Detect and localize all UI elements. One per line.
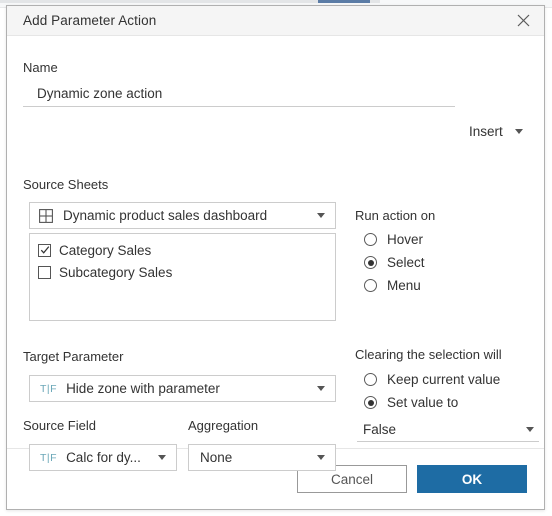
name-input[interactable] xyxy=(23,86,455,107)
radio-label: Set value to xyxy=(387,395,459,410)
list-item-label: Subcategory Sales xyxy=(59,264,173,280)
source-sheets-listbox[interactable]: Category Sales Subcategory Sales xyxy=(29,233,336,321)
clearing-selection-label: Clearing the selection will xyxy=(355,347,502,362)
ok-button[interactable]: OK xyxy=(417,465,527,493)
radio-label: Keep current value xyxy=(387,372,501,387)
list-item[interactable]: Subcategory Sales xyxy=(30,261,335,283)
boolean-type-icon: T|F xyxy=(40,451,58,464)
source-field-label: Source Field xyxy=(23,418,96,433)
source-field-value: Calc for dy... xyxy=(66,450,141,465)
radio-icon[interactable] xyxy=(364,279,377,292)
chevron-down-icon xyxy=(514,129,523,134)
chevron-down-icon xyxy=(317,455,325,460)
list-item[interactable]: Category Sales xyxy=(30,239,335,261)
radio-icon[interactable] xyxy=(364,373,377,386)
radio-selected-icon[interactable] xyxy=(364,396,377,409)
aggregation-label: Aggregation xyxy=(188,418,259,433)
close-icon[interactable] xyxy=(511,9,535,33)
background-active-tab-indicator xyxy=(318,0,370,3)
add-parameter-action-dialog: Add Parameter Action Name Insert Source … xyxy=(6,5,545,510)
dashboard-grid-icon xyxy=(39,208,53,223)
checkbox-unchecked-icon[interactable] xyxy=(38,265,51,279)
target-parameter-value: Hide zone with parameter xyxy=(66,381,220,396)
insert-dropdown-label: Insert xyxy=(469,124,503,139)
list-item-label: Category Sales xyxy=(59,242,152,258)
aggregation-value: None xyxy=(200,450,233,465)
run-action-on-radio-group: Hover Select Menu xyxy=(364,228,425,297)
dialog-title: Add Parameter Action xyxy=(23,13,157,28)
radio-label: Hover xyxy=(387,232,424,247)
boolean-type-icon: T|F xyxy=(40,382,58,395)
radio-label: Menu xyxy=(387,278,421,293)
radio-option-set-value-to[interactable]: Set value to xyxy=(364,391,500,414)
target-parameter-label: Target Parameter xyxy=(23,349,124,364)
radio-option-menu[interactable]: Menu xyxy=(364,274,425,297)
name-input-wrapper xyxy=(23,86,455,107)
insert-dropdown[interactable]: Insert xyxy=(469,124,523,139)
radio-option-keep-current-value[interactable]: Keep current value xyxy=(364,368,500,391)
radio-selected-icon[interactable] xyxy=(364,256,377,269)
source-sheet-dropdown[interactable]: Dynamic product sales dashboard xyxy=(29,202,336,229)
clearing-value-dropdown[interactable]: False xyxy=(357,417,539,442)
name-label: Name xyxy=(23,60,58,75)
radio-icon[interactable] xyxy=(364,233,377,246)
target-parameter-dropdown[interactable]: T|F Hide zone with parameter xyxy=(29,375,336,402)
chevron-down-icon xyxy=(526,426,534,432)
radio-option-select[interactable]: Select xyxy=(364,251,425,274)
clearing-value: False xyxy=(363,421,397,437)
radio-label: Select xyxy=(387,255,425,270)
clearing-selection-radio-group: Keep current value Set value to xyxy=(364,368,500,414)
dialog-titlebar: Add Parameter Action xyxy=(7,6,544,36)
chevron-down-icon xyxy=(158,455,166,460)
radio-option-hover[interactable]: Hover xyxy=(364,228,425,251)
dialog-body: Name Insert Source Sheets Dynamic produc… xyxy=(7,36,544,471)
source-sheets-label: Source Sheets xyxy=(23,177,109,192)
aggregation-dropdown[interactable]: None xyxy=(188,444,336,471)
run-action-on-label: Run action on xyxy=(355,208,436,223)
chevron-down-icon xyxy=(317,386,325,391)
checkbox-checked-icon[interactable] xyxy=(38,243,51,257)
source-field-dropdown[interactable]: T|F Calc for dy... xyxy=(29,444,177,471)
chevron-down-icon xyxy=(317,213,325,218)
source-sheet-value: Dynamic product sales dashboard xyxy=(63,208,268,223)
